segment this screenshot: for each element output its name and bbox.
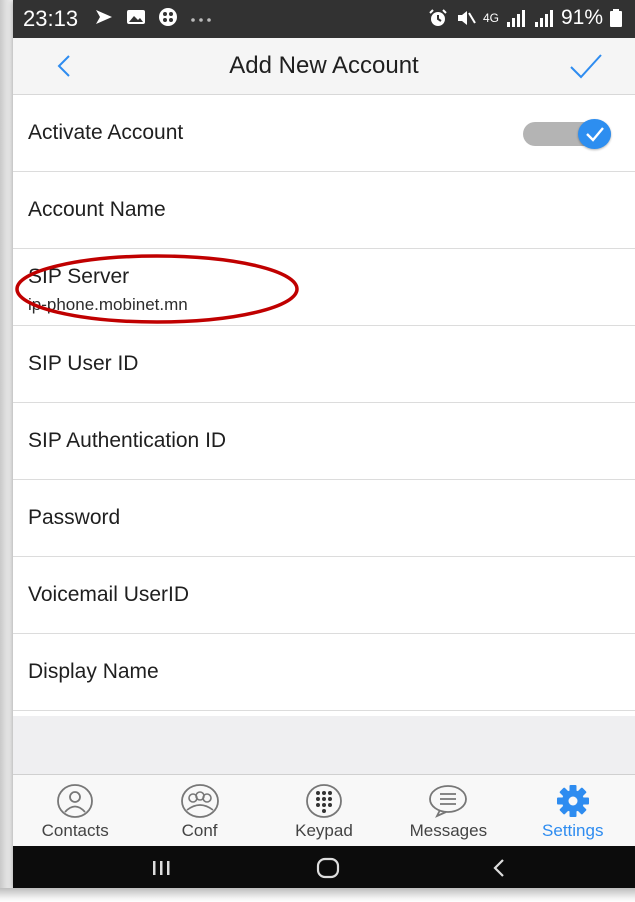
tab-conf-label: Conf bbox=[181, 821, 218, 840]
sip-user-id-label: SIP User ID bbox=[28, 352, 139, 375]
title-bar: Add New Account bbox=[13, 38, 635, 95]
status-notification-icons bbox=[93, 6, 211, 28]
account-name-label: Account Name bbox=[28, 198, 166, 221]
home-button[interactable] bbox=[298, 846, 358, 890]
signal-icon bbox=[505, 7, 527, 29]
display-name-label: Display Name bbox=[28, 660, 159, 683]
password-row[interactable]: Password bbox=[13, 480, 635, 557]
signal-icon bbox=[533, 7, 555, 29]
tab-messages-label: Messages bbox=[409, 821, 488, 840]
system-back-button[interactable] bbox=[468, 846, 528, 890]
tab-messages[interactable]: Messages bbox=[386, 775, 510, 847]
frame-shadow bbox=[0, 888, 635, 902]
tab-settings-label: Settings bbox=[542, 821, 604, 840]
sip-server-row[interactable]: SIP Server ip-phone.mobinet.mn bbox=[13, 249, 635, 326]
tab-contacts[interactable]: Contacts bbox=[13, 775, 137, 847]
contacts-icon bbox=[57, 784, 94, 818]
home-icon bbox=[316, 857, 340, 879]
network-type: 4G bbox=[482, 11, 499, 25]
messages-icon bbox=[429, 785, 468, 818]
page-title: Add New Account bbox=[229, 52, 419, 79]
tab-keypad-label: Keypad bbox=[295, 821, 353, 840]
toggle-knob bbox=[578, 119, 611, 149]
sip-authentication-id-label: SIP Authentication ID bbox=[28, 429, 227, 452]
voicemail-userid-label: Voicemail UserID bbox=[28, 583, 190, 606]
save-button[interactable] bbox=[568, 51, 604, 81]
gear-icon bbox=[556, 785, 589, 817]
sip-authentication-id-row[interactable]: SIP Authentication ID bbox=[13, 403, 635, 480]
sip-user-id-row[interactable]: SIP User ID bbox=[13, 326, 635, 403]
app-icon bbox=[157, 6, 179, 28]
account-settings-list: Activate Account Account Name SIP Server… bbox=[13, 95, 635, 711]
voicemail-userid-row[interactable]: Voicemail UserID bbox=[13, 557, 635, 634]
gallery-icon bbox=[125, 6, 147, 28]
recent-apps-icon bbox=[153, 861, 170, 875]
tab-bar: Contacts Conf Keypad Messages Settings bbox=[13, 774, 635, 847]
recent-apps-button[interactable] bbox=[131, 846, 191, 890]
checkmark-icon bbox=[570, 54, 602, 79]
tab-contacts-label: Contacts bbox=[41, 821, 109, 840]
tab-conf[interactable]: Conf bbox=[138, 775, 262, 847]
sip-server-label: SIP Server bbox=[28, 265, 130, 288]
alarm-icon bbox=[427, 7, 449, 29]
activate-account-label: Activate Account bbox=[28, 121, 184, 144]
check-icon bbox=[586, 127, 604, 142]
mute-icon bbox=[455, 7, 477, 29]
keypad-icon bbox=[306, 784, 342, 818]
status-bar: 23:13 4G 91% bbox=[13, 0, 635, 38]
activate-account-row[interactable]: Activate Account bbox=[13, 95, 635, 172]
battery-percent: 91% bbox=[560, 6, 603, 29]
conference-icon bbox=[180, 784, 219, 818]
password-label: Password bbox=[28, 506, 121, 529]
battery-icon bbox=[609, 7, 623, 29]
account-name-row[interactable]: Account Name bbox=[13, 172, 635, 249]
more-dots-icon bbox=[189, 6, 211, 28]
tab-keypad[interactable]: Keypad bbox=[262, 775, 386, 847]
display-name-row[interactable]: Display Name bbox=[13, 634, 635, 711]
phone-screen: 23:13 4G 91% Add New Account Activate Ac… bbox=[13, 0, 635, 890]
cast-icon bbox=[93, 6, 115, 28]
empty-list-area bbox=[13, 716, 635, 774]
sip-server-value: ip-phone.mobinet.mn bbox=[28, 295, 188, 314]
status-time: 23:13 bbox=[23, 6, 79, 31]
activate-account-toggle[interactable] bbox=[523, 119, 611, 149]
system-nav-bar bbox=[13, 846, 635, 890]
tab-settings[interactable]: Settings bbox=[511, 775, 635, 847]
status-system-icons: 4G 91% bbox=[427, 6, 623, 30]
back-icon bbox=[493, 859, 504, 877]
